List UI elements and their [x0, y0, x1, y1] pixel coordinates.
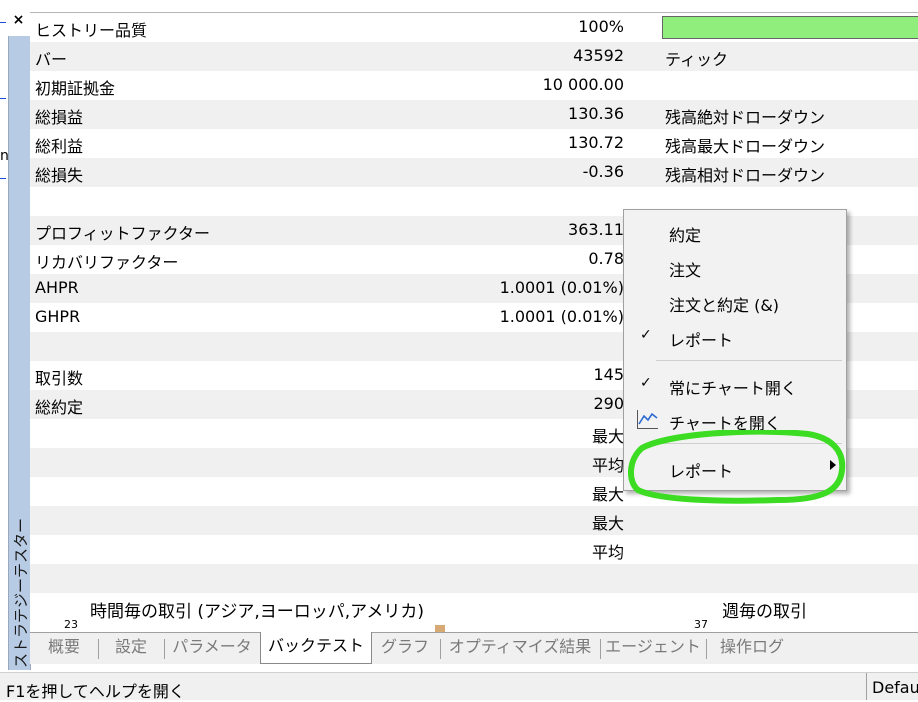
row-value: 0.78 [588, 249, 624, 268]
row-label-right: ティック [665, 50, 729, 69]
report-row: 総利益 130.72 残高最大ドローダウン [30, 129, 918, 158]
tab-7[interactable]: エージェント [600, 633, 706, 663]
status-profile-text: Defau [872, 678, 918, 697]
row-value: 平均 [591, 543, 624, 562]
row-value: 最大 [591, 485, 624, 504]
row-label: GHPR [35, 307, 81, 326]
row-value: 290 [593, 394, 624, 413]
report-row: 総損益 130.36 残高絶対ドローダウン [30, 100, 918, 129]
menu-item-label: 約定 [669, 226, 702, 245]
row-label-right: 残高相対ドローダウン [665, 166, 826, 185]
row-label: 総損益 [35, 108, 84, 127]
weekly-chart-title: 週毎の取引 [722, 602, 807, 622]
tab-6[interactable]: オプティマイズ結果 [440, 633, 600, 663]
menu-item-label: 注文 [669, 261, 702, 280]
tab-4[interactable]: バックテスト [260, 632, 372, 664]
menu-separator [656, 443, 842, 444]
row-value: 43592 [573, 46, 624, 65]
blue-tick [0, 178, 6, 179]
row-value: 130.72 [568, 133, 624, 152]
menu-separator [656, 360, 842, 361]
tab-5[interactable]: グラフ [370, 633, 440, 663]
row-value: 130.36 [568, 104, 624, 123]
tab-separator [164, 639, 165, 659]
row-value: 145 [593, 365, 624, 384]
check-icon: ✓ [640, 327, 652, 343]
report-row: バー 43592 ティック [30, 42, 918, 71]
tab-separator [98, 639, 99, 659]
row-value: 最大 [591, 514, 624, 533]
report-row: 平均 [30, 535, 918, 564]
history-quality-bar [662, 16, 918, 39]
blue-tick [0, 98, 6, 99]
weekly-chart-axis-max: 37 [694, 618, 708, 631]
tab-8[interactable]: 操作ログ [706, 633, 798, 663]
tab-bar: 概要 設定 パラメータ バックテスト グラフ オプティマイズ結果 エージェント 操作ログ [30, 632, 918, 664]
menu-item-label: レポート [669, 331, 734, 350]
row-label: バー [35, 50, 68, 69]
row-label: AHPR [35, 278, 79, 297]
row-label: 初期証拠金 [35, 79, 116, 98]
row-value: 100% [578, 17, 624, 36]
status-profile-cell: Defau [866, 673, 918, 700]
row-value: 平均 [591, 456, 624, 475]
check-icon: ✓ [640, 375, 652, 391]
row-label: プロフィットファクター [35, 224, 211, 243]
menu-item[interactable]: チャートを開く [624, 402, 846, 436]
row-label: 総損失 [35, 166, 84, 185]
hourly-chart-title: 時間毎の取引 (アジア,ヨーロッパ,アメリカ) [90, 602, 424, 622]
row-value: 363.11 [568, 220, 624, 239]
menu-item-label: レポート [669, 462, 734, 481]
status-bar: F1を押してヘルプを開く Defau [0, 672, 918, 701]
submenu-arrow-icon [830, 460, 836, 470]
row-label: 総約定 [35, 398, 84, 417]
close-button[interactable]: × [8, 10, 29, 32]
menu-item[interactable]: ✓ レポート [624, 319, 846, 353]
tab-separator [706, 639, 707, 659]
menu-item[interactable]: レポート [624, 450, 846, 484]
menu-item[interactable]: 注文 [624, 249, 846, 283]
report-row: 総損失 -0.36 残高相対ドローダウン [30, 158, 918, 187]
menu-item[interactable]: 注文と約定 (&) [624, 284, 846, 318]
strategy-tester-label: ストラテジーテスター [12, 517, 30, 668]
tab-1[interactable]: 概要 [30, 633, 98, 663]
chart-line-icon [637, 410, 658, 429]
row-label: 総利益 [35, 137, 84, 156]
menu-item[interactable]: ✓ 常にチャート開く [624, 367, 846, 401]
row-label: リカバリファクター [35, 253, 179, 272]
menu-item[interactable]: 約定 [624, 214, 846, 248]
row-value: 1.0001 (0.01%) [499, 307, 624, 326]
menu-item-label: チャートを開く [669, 414, 781, 433]
row-label-right: 残高絶対ドローダウン [665, 108, 826, 127]
tab-separator [600, 639, 601, 659]
row-value: 10 000.00 [542, 75, 624, 94]
status-help-text: F1を押してヘルプを開く [6, 682, 185, 701]
report-row [30, 564, 918, 593]
menu-item-label: 注文と約定 (&) [669, 296, 780, 315]
row-label-right: 残高最大ドローダウン [665, 137, 826, 156]
row-label: 取引数 [35, 369, 84, 388]
left-edge-strip: n [0, 0, 9, 699]
menu-item-label: 常にチャート開く [669, 379, 797, 398]
blue-tick [0, 22, 6, 23]
row-value: -0.36 [582, 162, 624, 181]
report-row: ヒストリー品質 100% [30, 13, 918, 42]
hourly-chart-axis-max: 23 [64, 618, 78, 631]
tab-3[interactable]: パラメータ [164, 633, 260, 663]
context-menu: 約定注文注文と約定 (&) ✓ レポート ✓ 常にチャート開く チャートを開く レポート [623, 209, 847, 491]
tab-2[interactable]: 設定 [98, 633, 164, 663]
row-label: ヒストリー品質 [35, 21, 148, 40]
tab-separator [440, 639, 441, 659]
report-row: 初期証拠金 10 000.00 [30, 71, 918, 100]
report-row: 最大 [30, 506, 918, 535]
row-value: 最大 [591, 427, 624, 446]
row-value: 1.0001 (0.01%) [499, 278, 624, 297]
